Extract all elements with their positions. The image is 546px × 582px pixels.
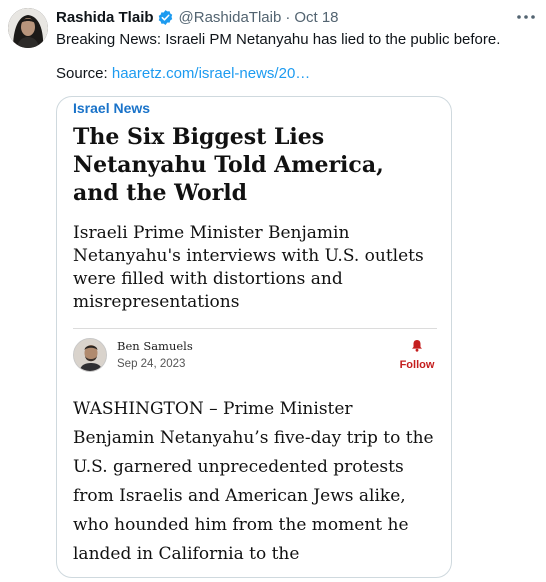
article-body: WASHINGTON – Prime Minister Benjamin Net…	[73, 399, 434, 564]
article-author-name: Ben Samuels	[117, 339, 193, 353]
bell-icon	[411, 339, 423, 356]
follow-button[interactable]: Follow	[397, 339, 437, 373]
source-label: Source:	[56, 65, 112, 82]
article-date: Sep 24, 2023	[117, 358, 186, 370]
section-label[interactable]: Israel News	[73, 99, 150, 117]
more-horizontal-icon[interactable]	[512, 5, 540, 29]
follow-label: Follow	[399, 359, 435, 371]
article-author-avatar	[73, 338, 107, 372]
link-preview-card[interactable]: Israel News The Six Biggest Lies Netanya…	[56, 96, 452, 578]
author-avatar[interactable]	[8, 8, 48, 48]
tweet-header: Rashida Tlaib @RashidaTlaib · Oct 18	[56, 7, 339, 27]
tweet-text: Breaking News: Israeli PM Netanyahu has …	[56, 31, 501, 48]
author-name[interactable]: Rashida Tlaib	[56, 9, 154, 26]
source-line: Source: haaretz.com/israel-news/20…	[56, 64, 536, 84]
source-link[interactable]: haaretz.com/israel-news/20…	[112, 65, 310, 82]
divider	[73, 328, 437, 329]
tweet-date[interactable]: Oct 18	[294, 9, 338, 26]
author-handle[interactable]: @RashidaTlaib	[179, 9, 282, 26]
tweet: Rashida Tlaib @RashidaTlaib · Oct 18 Bre…	[0, 0, 546, 582]
article-subheadline: Israeli Prime Minister Benjamin Netanyah…	[73, 223, 424, 312]
article-headline: The Six Biggest Lies Netanyahu Told Amer…	[73, 124, 384, 206]
separator-dot: ·	[285, 8, 291, 26]
verified-badge-icon	[157, 9, 174, 26]
